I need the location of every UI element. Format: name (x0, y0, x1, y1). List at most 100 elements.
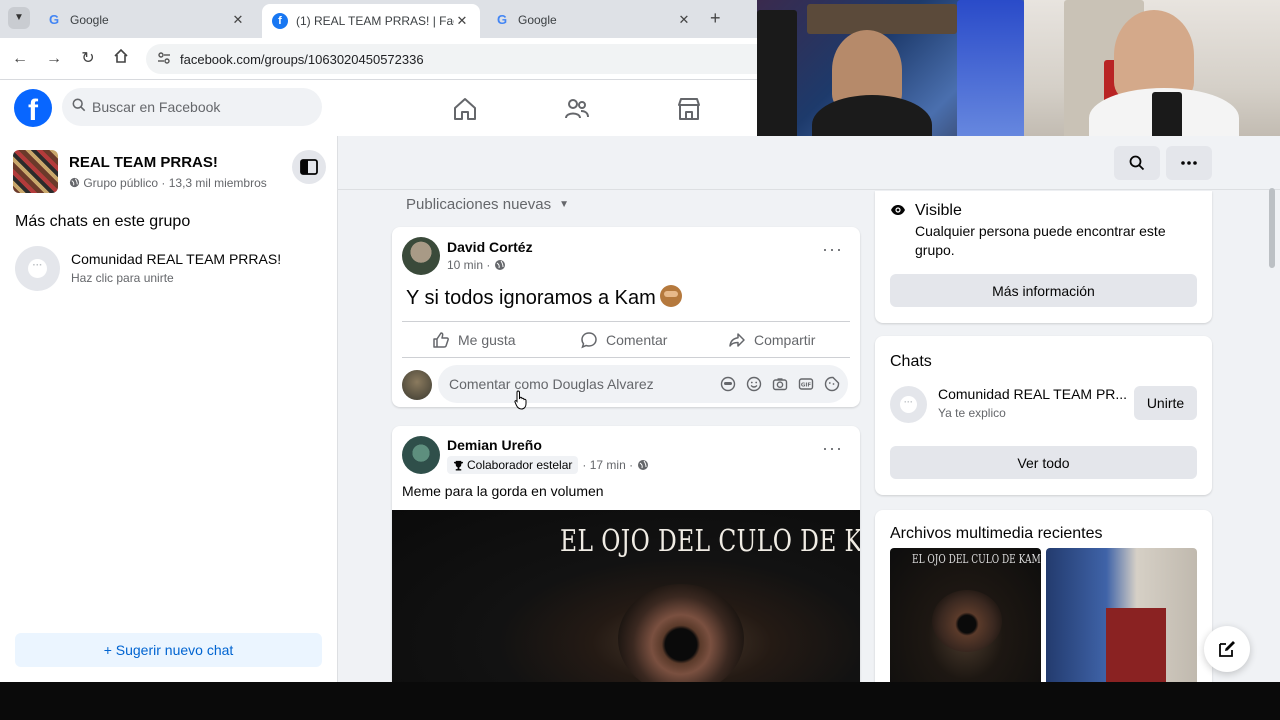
post-meta: Colaborador estelar · 17 min · (447, 456, 649, 474)
post-divider (402, 321, 850, 322)
mouse-hand-cursor-icon (514, 390, 527, 410)
chat-name[interactable]: Comunidad REAL TEAM PR... (938, 386, 1127, 402)
visible-description: Cualquier persona puede encontrar este g… (915, 223, 1166, 258)
url-text: facebook.com/groups/1063020450572336 (180, 52, 424, 67)
webcam-overlay-right (1024, 0, 1280, 145)
globe-icon (638, 460, 649, 470)
like-button[interactable]: Me gusta (432, 331, 516, 349)
post-options-icon[interactable]: ··· (822, 438, 843, 459)
author-avatar[interactable] (402, 436, 440, 474)
group-chat-sidebar: REAL TEAM PRRAS! Grupo público · 13,3 mi… (0, 136, 338, 682)
tab-facebook-group[interactable]: f (1) REAL TEAM PRRAS! | Facebook ✕ (262, 4, 480, 38)
tab-close-icon[interactable]: ✕ (454, 13, 470, 29)
friends-nav-icon[interactable] (564, 96, 590, 122)
sticker-icon[interactable] (824, 376, 840, 392)
new-tab-button[interactable]: + (710, 8, 721, 29)
tab-close-icon[interactable]: ✕ (230, 12, 246, 28)
post-meta: 10 min · (447, 258, 506, 272)
join-chat-button[interactable]: Unirte (1134, 386, 1197, 420)
more-dots-icon (1181, 161, 1197, 165)
chat-subtitle: Haz clic para unirte (71, 271, 174, 285)
more-chats-heading: Más chats en este grupo (15, 213, 191, 230)
site-settings-icon[interactable] (156, 50, 172, 69)
meme-eye-graphic (618, 584, 744, 682)
compose-pencil-icon (1219, 641, 1235, 657)
new-message-button[interactable] (1204, 626, 1250, 672)
media-thumbnail[interactable]: EL OJO DEL CULO DE KAMILO (890, 548, 1041, 682)
suggest-new-chat-button[interactable]: + Sugerir nuevo chat (15, 633, 322, 667)
chat-avatar[interactable]: ··· (15, 246, 60, 291)
google-icon: G (48, 12, 60, 27)
facebook-search[interactable] (62, 88, 322, 126)
webcam-overlay-left (757, 0, 1024, 145)
post-options-icon[interactable]: ··· (822, 239, 843, 260)
chat-name[interactable]: Comunidad REAL TEAM PRRAS! (71, 251, 281, 267)
forward-arrow-icon[interactable]: → (43, 48, 65, 70)
globe-icon (69, 176, 83, 190)
emoji-icon[interactable] (746, 376, 762, 392)
home-icon[interactable] (110, 48, 132, 70)
author-avatar[interactable] (402, 237, 440, 275)
eye-icon (891, 205, 905, 215)
avatar-sticker-icon[interactable] (720, 376, 736, 392)
tab-search-chevron-icon[interactable]: ▼ (8, 7, 30, 29)
chat-bubble-icon: ··· (900, 396, 917, 413)
share-button[interactable]: Compartir (728, 331, 815, 349)
dropdown-caret-icon: ▼ (559, 199, 569, 210)
recent-media-title: Archivos multimedia recientes (890, 525, 1103, 542)
top-contributor-badge[interactable]: Colaborador estelar (447, 456, 579, 474)
reload-icon[interactable]: ↻ (77, 48, 99, 70)
feed-sort-dropdown[interactable]: Publicaciones nuevas ▼ (406, 196, 569, 213)
thumbnail-chair-graphic (1106, 608, 1166, 682)
post-author[interactable]: David Cortéz (447, 239, 533, 255)
see-all-chats-button[interactable]: Ver todo (890, 446, 1197, 479)
facebook-favicon-icon: f (272, 13, 288, 29)
group-search-button[interactable] (1114, 146, 1160, 180)
marketplace-nav-icon[interactable] (676, 96, 702, 122)
search-icon (1129, 155, 1145, 171)
gif-icon[interactable]: GIF (798, 376, 814, 392)
group-more-button[interactable] (1166, 146, 1212, 180)
tab-google-1[interactable]: G Google ✕ (36, 6, 256, 34)
tab-google-2[interactable]: G Google ✕ (484, 6, 702, 34)
commenter-avatar[interactable] (402, 370, 432, 400)
meme-caption: EL OJO DEL CULO DE KAMILO (560, 524, 860, 559)
chats-card: Chats ··· Comunidad REAL TEAM PR... Ya t… (875, 336, 1212, 495)
home-nav-icon[interactable] (452, 96, 478, 122)
tab-close-icon[interactable]: ✕ (676, 12, 692, 28)
page-scrollbar-thumb[interactable] (1269, 188, 1275, 268)
thumbnail-eye-graphic (932, 590, 1002, 652)
comment-input[interactable] (449, 365, 709, 403)
more-info-button[interactable]: Más información (890, 274, 1197, 307)
thumbnail-caption: EL OJO DEL CULO DE KAMILO (912, 552, 1041, 566)
group-meta: Grupo público · 13,3 mil miembros (69, 176, 267, 190)
search-icon (72, 98, 86, 112)
google-icon: G (496, 12, 508, 27)
comment-composer[interactable]: GIF (438, 365, 848, 403)
comment-bubble-icon (581, 332, 597, 349)
see-no-evil-monkey-icon (659, 285, 682, 307)
visible-title: Visible (915, 202, 962, 219)
group-name[interactable]: REAL TEAM PRRAS! (69, 154, 218, 171)
svg-text:GIF: GIF (801, 383, 812, 389)
chat-avatar[interactable]: ··· (890, 386, 927, 423)
sidebar-panel-icon (300, 159, 318, 175)
trophy-icon (453, 460, 464, 471)
comment-button[interactable]: Comentar (580, 331, 667, 349)
search-input[interactable] (92, 88, 312, 126)
chat-subtitle: Ya te explico (938, 406, 1006, 420)
post-text: Y si todos ignoramos a Kam (406, 285, 682, 310)
camera-icon[interactable] (772, 376, 788, 392)
post-author[interactable]: Demian Ureño (447, 437, 542, 453)
collapse-sidebar-button[interactable] (292, 150, 326, 184)
group-avatar[interactable] (13, 150, 58, 193)
chats-title: Chats (890, 353, 932, 370)
facebook-logo-icon[interactable]: f (14, 89, 52, 127)
video-letterbox-bar (0, 682, 1280, 720)
media-thumbnail[interactable] (1046, 548, 1197, 682)
group-visibility-card: Visible Cualquier persona puede encontra… (875, 191, 1212, 323)
group-subheader (338, 136, 1280, 190)
back-arrow-icon[interactable]: ← (9, 48, 31, 70)
thumbs-up-icon (433, 332, 449, 348)
post-image[interactable]: EL OJO DEL CULO DE KAMILO (392, 510, 860, 682)
